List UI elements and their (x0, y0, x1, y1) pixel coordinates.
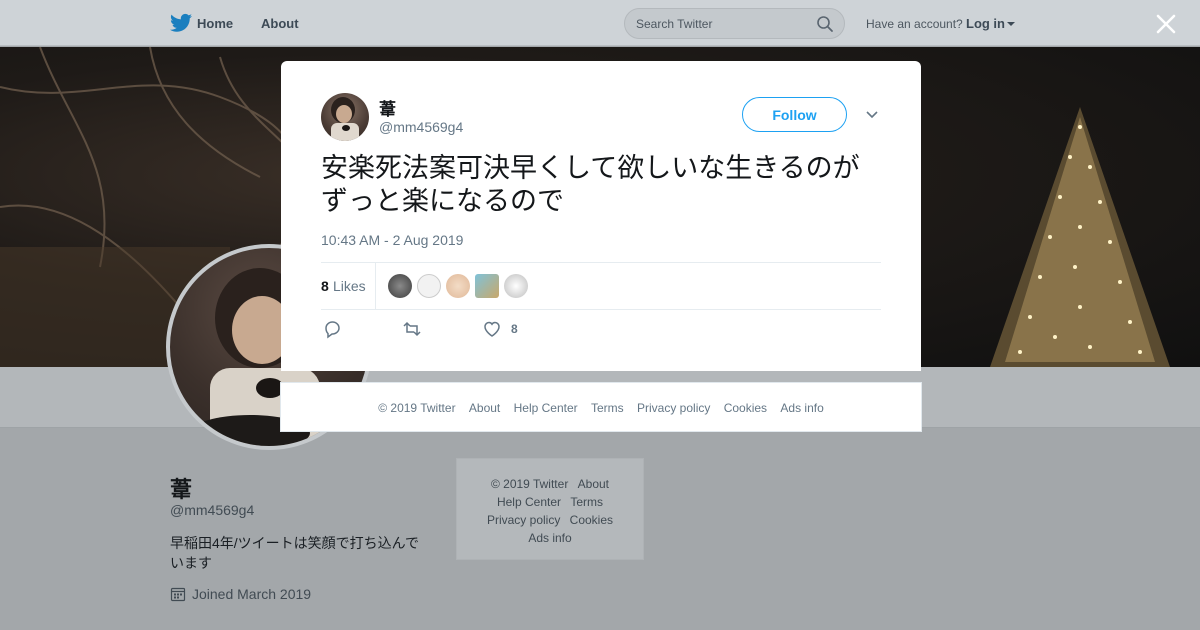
calendar-icon (170, 587, 186, 602)
tweet-avatar-photo (331, 97, 359, 141)
side-footer-cookies[interactable]: Cookies (570, 513, 613, 527)
search-box (624, 8, 845, 39)
profile-bio: 早稲田4年/ツイートは笑顔で打ち込んでいます (170, 535, 419, 571)
profile-joined: Joined March 2019 (170, 586, 311, 602)
side-footer-copyright: © 2019 Twitter (490, 477, 569, 491)
tweet-text-line: 安楽死法案可決早くして欲しいな生きるのが (321, 153, 860, 184)
search-input[interactable] (636, 15, 806, 33)
footer-about-link[interactable]: About (469, 401, 500, 415)
side-footer-about[interactable]: About (578, 477, 609, 491)
footer-privacy-link[interactable]: Privacy policy (637, 401, 710, 415)
liker-avatar[interactable] (417, 274, 441, 298)
liker-avatar[interactable] (388, 274, 412, 298)
tweet-text: 安楽死法案可決早くして欲しいな生きるのが ずっと楽になるので (321, 152, 891, 218)
nav-about-link[interactable]: About (261, 16, 299, 31)
close-icon[interactable] (1154, 12, 1178, 36)
tweet-author-avatar[interactable] (321, 93, 369, 141)
top-nav: Home About Have an account? Log in (0, 0, 1200, 46)
nav-home-link[interactable]: Home (197, 16, 233, 31)
side-footer-ads[interactable]: Ads info (528, 531, 571, 545)
tweet-author-name[interactable]: 葦 (379, 95, 396, 120)
joined-text: Joined March 2019 (192, 586, 312, 602)
side-footer: © 2019 Twitter About Help Center Terms P… (456, 458, 644, 560)
side-footer-privacy[interactable]: Privacy policy (487, 513, 560, 527)
footer-copyright: © 2019 Twitter (378, 401, 456, 415)
profile-handle[interactable]: @mm4569g4 (170, 502, 254, 518)
search-icon[interactable] (816, 15, 834, 33)
login-link[interactable]: Log in (966, 16, 1005, 31)
modal-footer: © 2019 Twitter About Help Center Terms P… (280, 382, 922, 432)
tweet-stats: 8 Likes (321, 262, 881, 310)
tweet-text-line: ずっと楽になるので (321, 186, 564, 217)
chevron-down-icon[interactable] (865, 109, 879, 121)
footer-terms-link[interactable]: Terms (591, 401, 624, 415)
have-account-text: Have an account? (866, 17, 963, 31)
banner-christmas-tree (990, 107, 1170, 367)
side-footer-terms[interactable]: Terms (570, 495, 603, 509)
twitter-bird-icon[interactable] (170, 13, 192, 33)
likes-count[interactable]: 8 (321, 278, 329, 294)
likes-label[interactable]: Likes (333, 278, 366, 294)
tweet-timestamp[interactable]: 10:43 AM - 2 Aug 2019 (321, 232, 463, 248)
stats-divider (375, 263, 376, 309)
footer-cookies-link[interactable]: Cookies (724, 401, 767, 415)
side-footer-help[interactable]: Help Center (497, 495, 561, 509)
tweet-actions: 8 (321, 319, 881, 343)
retweet-icon[interactable] (402, 319, 422, 339)
caret-down-icon[interactable] (1007, 22, 1015, 26)
footer-ads-link[interactable]: Ads info (780, 401, 823, 415)
tweet-modal: 葦 @mm4569g4 Follow 安楽死法案可決早くして欲しいな生きるのが … (281, 61, 921, 371)
liker-avatar[interactable] (504, 274, 528, 298)
liker-avatar[interactable] (446, 274, 470, 298)
footer-help-link[interactable]: Help Center (514, 401, 578, 415)
tweet-author-handle[interactable]: @mm4569g4 (379, 119, 463, 135)
heart-icon[interactable] (482, 319, 502, 339)
liker-avatar[interactable] (475, 274, 499, 298)
like-action-count: 8 (511, 322, 518, 336)
profile-name[interactable]: 葦 (170, 472, 192, 504)
reply-icon[interactable] (323, 319, 343, 339)
follow-button[interactable]: Follow (742, 97, 847, 132)
